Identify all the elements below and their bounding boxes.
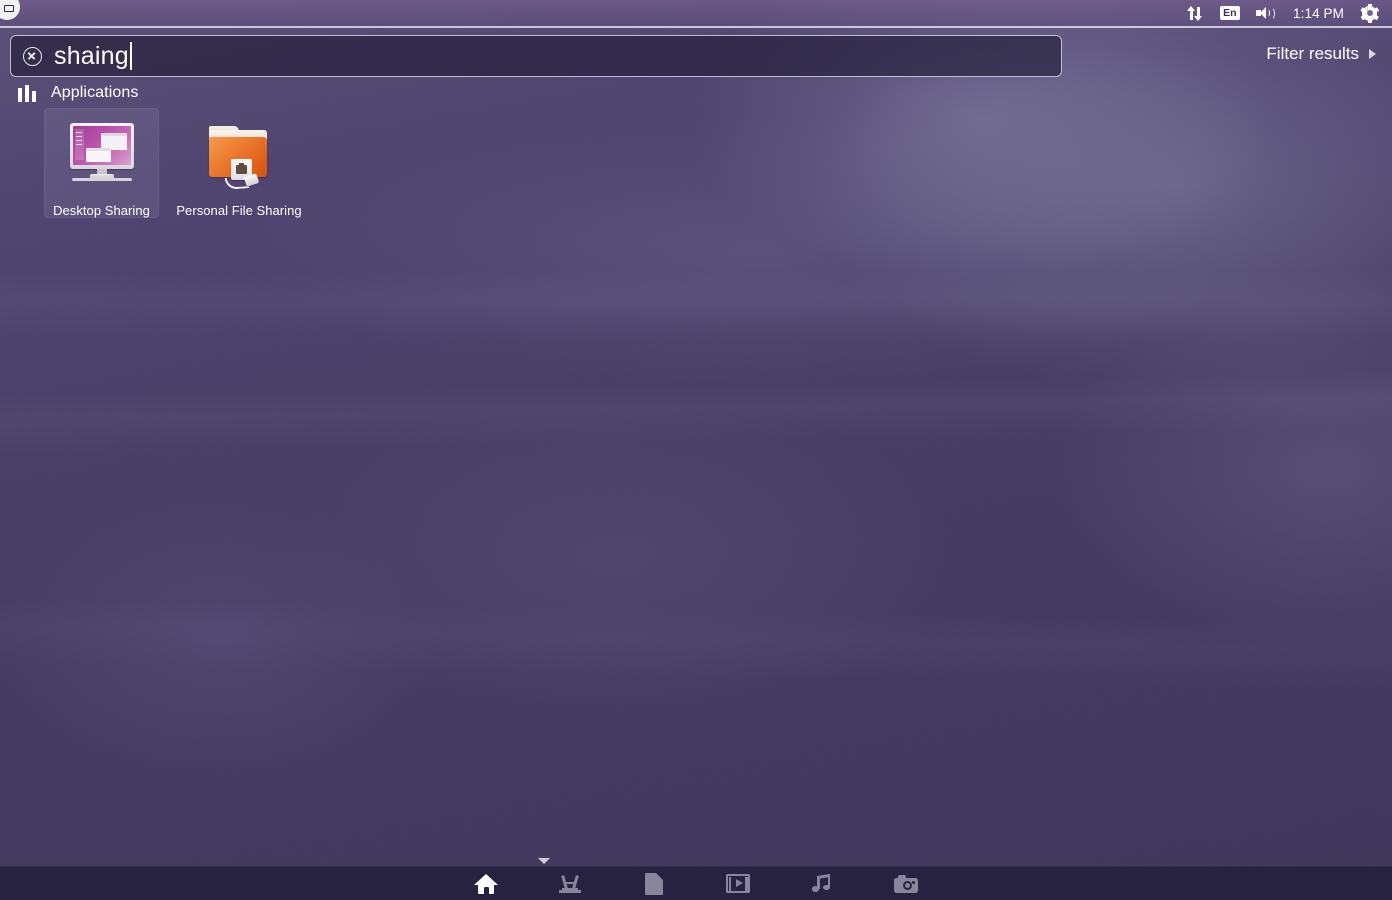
gear-icon xyxy=(1360,3,1379,23)
system-tray: En 1:14 PM xyxy=(1179,0,1392,26)
speaker-volume-icon xyxy=(1256,6,1276,21)
lens-bar xyxy=(0,866,1392,900)
desktop-sharing-monitor-icon xyxy=(68,121,136,183)
files-icon xyxy=(645,872,663,895)
result-tile-desktop-sharing[interactable]: Desktop Sharing xyxy=(44,108,159,218)
clear-circle-x-icon[interactable] xyxy=(23,46,42,66)
video-icon xyxy=(726,874,750,893)
chevron-right-icon xyxy=(1369,49,1376,59)
search-input[interactable]: shaing xyxy=(10,35,1062,77)
text-cursor xyxy=(129,42,132,70)
applications-icon xyxy=(558,874,582,894)
results-grid: Desktop Sharing Personal File Sharing xyxy=(44,108,319,218)
result-icon-box xyxy=(65,115,139,189)
top-panel: En 1:14 PM xyxy=(0,0,1392,26)
lens-button-music[interactable] xyxy=(808,872,836,896)
home-icon xyxy=(474,873,498,894)
result-icon-box xyxy=(202,115,276,190)
keyboard-layout-label: En xyxy=(1219,6,1241,20)
category-header-applications[interactable]: Applications xyxy=(18,84,138,102)
result-label: Desktop Sharing xyxy=(53,203,150,218)
lens-button-home[interactable] xyxy=(472,872,500,896)
system-settings-indicator[interactable] xyxy=(1353,0,1386,26)
lens-button-applications[interactable] xyxy=(556,872,584,896)
network-up-down-icon xyxy=(1187,5,1204,21)
applications-lens-icon xyxy=(18,84,38,102)
filter-results-toggle[interactable]: Filter results xyxy=(1266,44,1376,64)
network-transfer-icon[interactable] xyxy=(1179,0,1212,26)
top-panel-underline xyxy=(0,26,1392,28)
category-label: Applications xyxy=(51,84,139,101)
keyboard-layout-indicator[interactable]: En xyxy=(1212,0,1248,26)
volume-indicator[interactable] xyxy=(1248,0,1284,26)
lens-button-video[interactable] xyxy=(724,872,752,896)
unity-dash-screen: En 1:14 PM shaing Filter results Applica… xyxy=(0,0,1392,900)
active-lens-caret-icon xyxy=(538,858,550,864)
music-icon xyxy=(811,873,833,894)
filter-results-label: Filter results xyxy=(1266,44,1359,63)
search-input-value: shaing xyxy=(54,42,129,70)
result-tile-personal-file-sharing[interactable]: Personal File Sharing xyxy=(159,108,319,218)
personal-file-sharing-folder-icon xyxy=(206,122,272,190)
lens-button-files[interactable] xyxy=(640,872,668,896)
lens-button-photos[interactable] xyxy=(892,872,920,896)
result-label: Personal File Sharing xyxy=(176,203,302,218)
clock-indicator[interactable]: 1:14 PM xyxy=(1284,6,1353,21)
photos-icon xyxy=(894,874,918,893)
